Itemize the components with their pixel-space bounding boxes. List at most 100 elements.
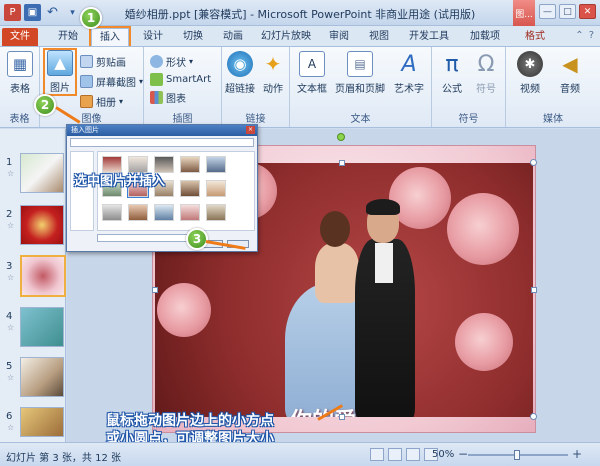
tab-developer[interactable]: 开发工具 [404, 28, 454, 46]
context-tools-label: 图... [513, 0, 535, 26]
shapes-button[interactable]: 形状 ▾ [150, 53, 193, 69]
header-footer-icon: ▤ [347, 51, 373, 77]
screenshot-icon [80, 74, 93, 88]
image-file[interactable] [128, 204, 148, 221]
normal-view-icon[interactable] [370, 448, 384, 461]
group-symbols: π 公式 Ω 符号 符号 [432, 47, 506, 127]
equation-button[interactable]: π 公式 [436, 51, 468, 96]
star-icon: ✦ [264, 52, 282, 76]
tab-insert[interactable]: 插入 [89, 26, 131, 48]
collapse-ribbon-icon[interactable]: ⌃ [575, 30, 583, 41]
video-button[interactable]: ✱ 视频 [512, 51, 548, 95]
dialog-folder-tree[interactable] [70, 151, 94, 231]
resize-side-handle-right[interactable] [531, 287, 537, 293]
image-file[interactable] [206, 180, 226, 197]
minimize-button[interactable]: — [539, 4, 556, 19]
dropdown-arrow-icon: ▾ [189, 56, 194, 66]
status-bar: 幻灯片 第 3 张，共 12 张 50% − + [0, 442, 600, 466]
ribbon: ▦ 表格 表格 ▲ 图片 剪贴画 屏幕截图 ▾ 相册 ▾ 图像 形状 ▾ Sma… [0, 46, 600, 128]
group-images: ▲ 图片 剪贴画 屏幕截图 ▾ 相册 ▾ 图像 [40, 47, 144, 127]
smartart-button[interactable]: SmartArt [150, 71, 211, 87]
zoom-out-icon[interactable]: − [458, 447, 468, 461]
dialog-file-grid[interactable] [97, 151, 255, 231]
help-icon[interactable]: ? [589, 30, 594, 41]
hyperlink-button[interactable]: ◉ 超链接 [224, 51, 256, 95]
audio-button[interactable]: ◀ 音频 [552, 51, 588, 95]
resize-corner-handle-tr[interactable] [530, 159, 537, 166]
resize-corner-handle-br[interactable] [530, 413, 537, 420]
image-file[interactable] [206, 156, 226, 173]
textbox-button[interactable]: A 文本框 [294, 51, 330, 95]
image-file[interactable] [180, 156, 200, 173]
transition-star-icon: ☆ [7, 323, 15, 332]
zoom-in-icon[interactable]: + [572, 447, 582, 461]
view-buttons [370, 448, 438, 461]
slide-thumbnail-5[interactable] [20, 357, 64, 397]
tab-slideshow[interactable]: 幻灯片放映 [256, 28, 316, 46]
file-name-field[interactable] [97, 234, 197, 242]
maximize-button[interactable]: □ [559, 4, 576, 19]
symbol-button[interactable]: Ω 符号 [470, 51, 502, 96]
close-button[interactable]: ✕ [579, 4, 596, 19]
transition-star-icon: ☆ [7, 273, 15, 282]
reading-view-icon[interactable] [406, 448, 420, 461]
slide-thumbnail-1[interactable] [20, 153, 64, 193]
zoom-slider-knob[interactable] [514, 450, 520, 460]
bride [315, 243, 359, 303]
film-reel-icon: ✱ [517, 51, 543, 77]
slide-thumbnail-pane[interactable]: 1 ☆ 2 ☆ 3 ☆ 4 ☆ 5 ☆ 6 ☆ [0, 129, 66, 442]
chart-button[interactable]: 图表 [150, 89, 186, 105]
resize-side-handle-bottom[interactable] [339, 414, 345, 420]
image-file[interactable] [180, 204, 200, 221]
album-button[interactable]: 相册 ▾ [80, 93, 123, 109]
rose-decoration [157, 283, 211, 337]
tab-file[interactable]: 文件 [2, 28, 38, 46]
pi-icon: π [445, 51, 459, 77]
group-tables: ▦ 表格 表格 [0, 47, 40, 127]
tab-review[interactable]: 审阅 [322, 28, 356, 46]
slide-thumbnail-3[interactable] [20, 255, 66, 297]
image-file[interactable] [102, 204, 122, 221]
slide-thumbnail-2[interactable] [20, 205, 64, 245]
image-file[interactable] [206, 204, 226, 221]
image-file[interactable] [154, 204, 174, 221]
step-badge-1: 1 [80, 7, 102, 29]
tab-format[interactable]: 格式 [516, 28, 554, 46]
screenshot-button[interactable]: 屏幕截图 ▾ [80, 73, 143, 89]
smartart-icon [150, 72, 163, 86]
transition-star-icon: ☆ [7, 221, 15, 230]
table-button[interactable]: ▦ 表格 [5, 51, 35, 95]
tab-transitions[interactable]: 切换 [176, 28, 210, 46]
wordart-button[interactable]: A 艺术字 [390, 51, 428, 96]
rose-decoration [447, 193, 519, 265]
resize-side-handle-top[interactable] [339, 160, 345, 166]
transition-star-icon: ☆ [7, 373, 15, 382]
tab-animations[interactable]: 动画 [216, 28, 250, 46]
group-text: A 文本框 ▤ 页眉和页脚 A 艺术字 文本 [290, 47, 432, 127]
dialog-close-button[interactable]: × [246, 126, 255, 134]
step-badge-3: 3 [186, 228, 208, 250]
picture-icon: ▲ [47, 50, 73, 76]
zoom-level[interactable]: 50% [432, 449, 454, 460]
thumbnail-number: 5 [6, 361, 13, 372]
tab-addins[interactable]: 加载项 [464, 28, 506, 46]
rotation-handle[interactable] [337, 133, 345, 141]
image-file[interactable] [180, 180, 200, 197]
tab-design[interactable]: 设计 [136, 28, 170, 46]
tab-view[interactable]: 视图 [362, 28, 396, 46]
select-insert-callout: 选中图片并插入 [74, 174, 166, 189]
header-footer-button[interactable]: ▤ 页眉和页脚 [332, 51, 388, 95]
dialog-address-bar[interactable] [70, 138, 254, 147]
picture-button[interactable]: ▲ 图片 [43, 48, 77, 96]
action-button[interactable]: ✦ 动作 [258, 51, 288, 95]
tab-home[interactable]: 开始 [50, 28, 86, 46]
speaker-icon: ◀ [562, 52, 578, 76]
slide-thumbnail-6[interactable] [20, 407, 64, 437]
clipart-button[interactable]: 剪贴画 [80, 53, 126, 69]
group-illustrations: 形状 ▾ SmartArt 图表 插图 [144, 47, 222, 127]
slide-sorter-icon[interactable] [388, 448, 402, 461]
slide-thumbnail-4[interactable] [20, 307, 64, 347]
group-media: ✱ 视频 ◀ 音频 媒体 [506, 47, 600, 127]
textbox-icon: A [299, 51, 325, 77]
resize-side-handle-left[interactable] [152, 287, 158, 293]
